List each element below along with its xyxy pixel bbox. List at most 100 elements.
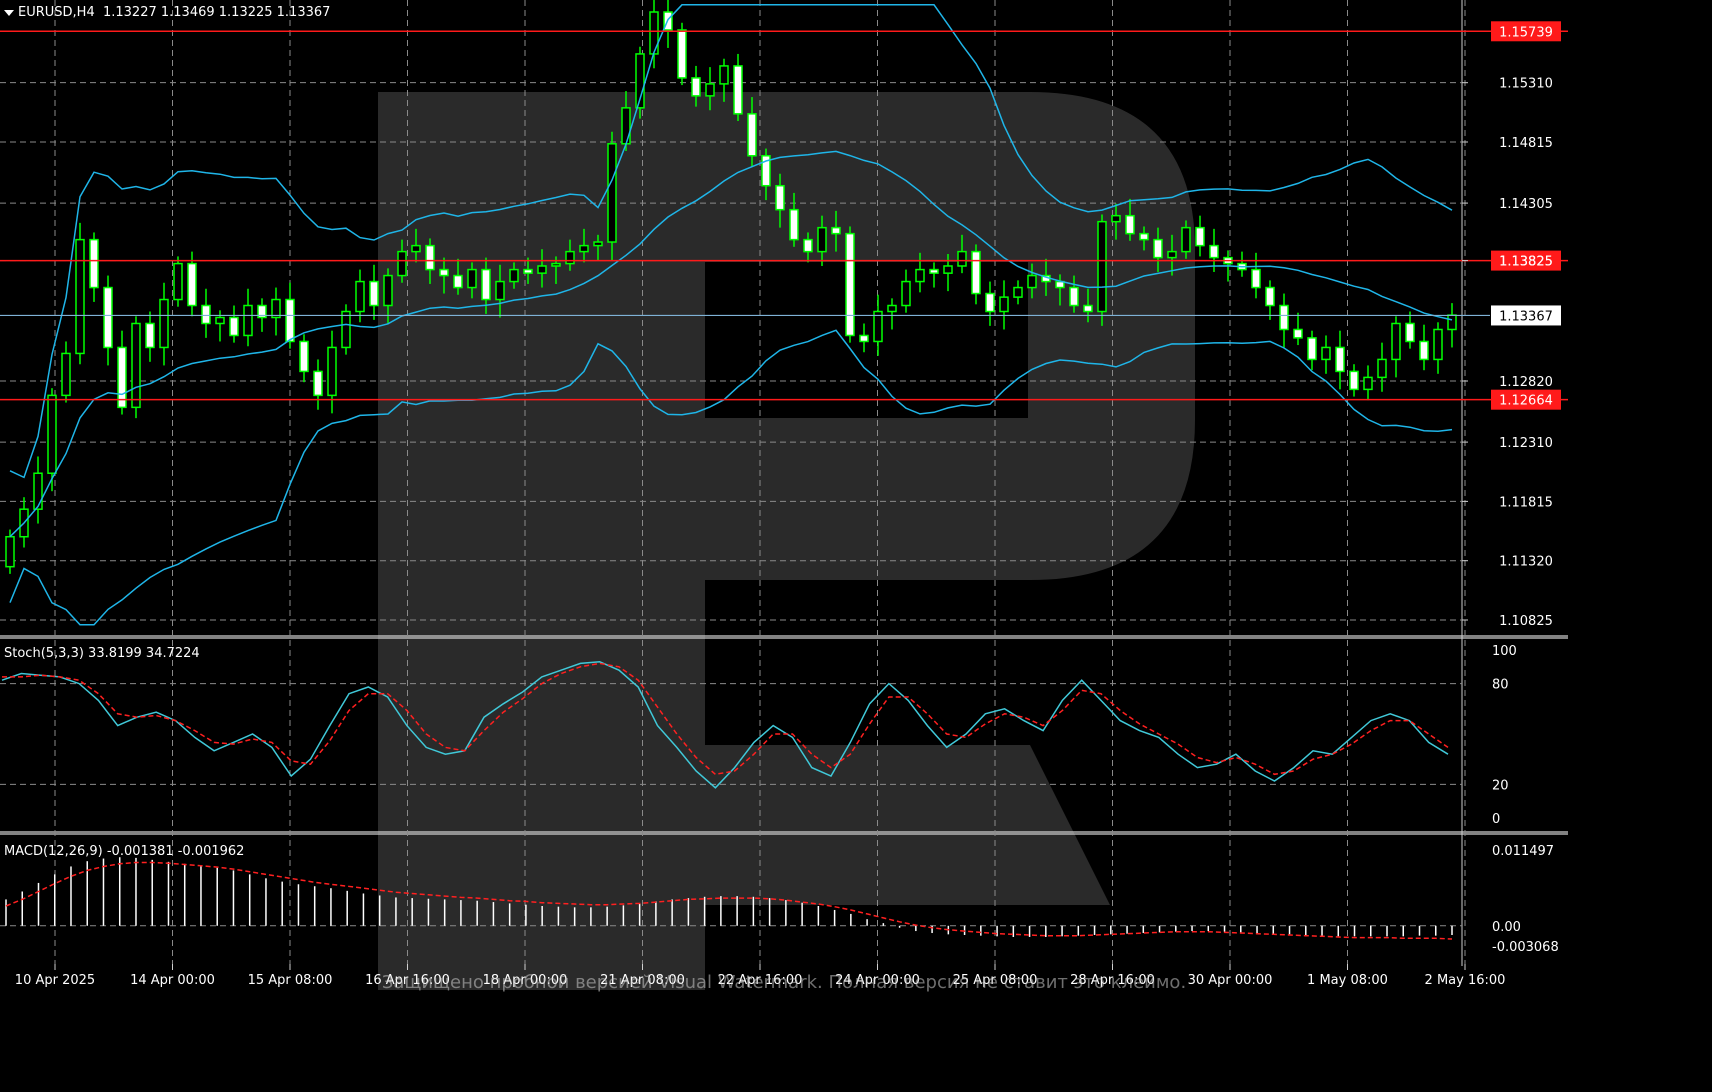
candle-body bbox=[1349, 370, 1359, 391]
candle-body bbox=[789, 208, 799, 241]
candle-body bbox=[299, 340, 309, 373]
candle-body bbox=[1153, 238, 1163, 259]
candle-body bbox=[313, 370, 323, 397]
candle-body bbox=[887, 304, 897, 313]
candle-body bbox=[5, 535, 15, 568]
price-tick-label: 1.11815 bbox=[1499, 495, 1553, 510]
macd-tick-label: 0.011497 bbox=[1492, 844, 1554, 859]
watermark-text: Защищено пробной версией Visual Watermar… bbox=[381, 972, 1187, 993]
candle-body bbox=[705, 83, 715, 97]
candle-body bbox=[607, 143, 617, 243]
macd-tick-label: -0.003068 bbox=[1492, 940, 1559, 955]
candle-body bbox=[159, 298, 169, 349]
candle-body bbox=[1293, 328, 1303, 339]
candle-body bbox=[173, 262, 183, 301]
candle-body bbox=[229, 316, 239, 337]
candle-body bbox=[859, 334, 869, 343]
current-price-label: 1.13367 bbox=[1499, 309, 1553, 324]
candle-body bbox=[285, 298, 295, 343]
candle-body bbox=[971, 250, 981, 295]
price-tick-label: 1.11320 bbox=[1499, 555, 1553, 570]
candle-body bbox=[733, 65, 743, 115]
candle-body bbox=[1139, 232, 1149, 241]
candle-body bbox=[215, 316, 225, 325]
candle-body bbox=[1307, 337, 1317, 361]
price-level-label: 1.12664 bbox=[1499, 394, 1553, 409]
candle-body bbox=[481, 268, 491, 301]
candle-body bbox=[1265, 286, 1275, 307]
candle-body bbox=[117, 346, 127, 409]
candle-body bbox=[327, 346, 337, 397]
symbol-header[interactable]: EURUSD,H4 1.13227 1.13469 1.13225 1.1336… bbox=[4, 5, 330, 20]
candle-body bbox=[537, 265, 547, 274]
candle-body bbox=[817, 226, 827, 253]
candle-body bbox=[775, 184, 785, 211]
candle-body bbox=[33, 472, 43, 510]
candle-body bbox=[1363, 376, 1373, 391]
candle-body bbox=[985, 292, 995, 313]
price-tick-label: 1.14305 bbox=[1499, 197, 1553, 212]
candle-body bbox=[1251, 268, 1261, 289]
candle-body bbox=[1083, 304, 1093, 313]
candle-body bbox=[201, 304, 211, 325]
stoch-tick-label: 20 bbox=[1492, 778, 1509, 793]
candle-body bbox=[523, 268, 533, 274]
candle-body bbox=[551, 262, 561, 267]
price-tick-label: 1.14815 bbox=[1499, 136, 1553, 151]
candle-body bbox=[243, 304, 253, 337]
price-tick-label: 1.12820 bbox=[1499, 375, 1553, 390]
candle-body bbox=[1181, 226, 1191, 253]
candle-body bbox=[61, 352, 71, 397]
candle-body bbox=[691, 77, 701, 97]
stoch-tick-label: 100 bbox=[1492, 644, 1517, 659]
candle-body bbox=[509, 268, 519, 283]
candle-body bbox=[341, 310, 351, 349]
candle-body bbox=[75, 238, 85, 355]
candle-body bbox=[355, 280, 365, 313]
candle-body bbox=[1013, 286, 1023, 298]
candle-body bbox=[1167, 250, 1177, 259]
symbol-timeframe: EURUSD,H4 bbox=[18, 5, 95, 20]
candle-body bbox=[397, 250, 407, 277]
candle-body bbox=[1405, 322, 1415, 343]
candle-body bbox=[411, 244, 421, 253]
candle-body bbox=[915, 268, 925, 283]
candle-body bbox=[47, 394, 57, 474]
candle-body bbox=[999, 296, 1009, 313]
candle-body bbox=[957, 250, 967, 267]
candle-body bbox=[621, 107, 631, 145]
stoch-tick-label: 0 bbox=[1492, 812, 1500, 827]
stoch-tick-label: 80 bbox=[1492, 678, 1509, 693]
candle-body bbox=[803, 238, 813, 253]
candle-body bbox=[1069, 286, 1079, 307]
candle-body bbox=[425, 244, 435, 271]
candle-body bbox=[453, 274, 463, 289]
candle-body bbox=[89, 238, 99, 289]
candle-body bbox=[1209, 244, 1219, 259]
candle-body bbox=[1419, 340, 1429, 361]
candle-body bbox=[831, 226, 841, 235]
candle-body bbox=[467, 268, 477, 289]
price-level-label: 1.15739 bbox=[1499, 25, 1553, 40]
candle-body bbox=[1279, 304, 1289, 331]
price-tick-label: 1.10825 bbox=[1499, 614, 1553, 629]
candle-body bbox=[495, 280, 505, 301]
candle-body bbox=[1027, 274, 1037, 289]
candle-body bbox=[103, 286, 113, 349]
candle-body bbox=[593, 241, 603, 247]
candle-body bbox=[1391, 322, 1401, 361]
candle-body bbox=[901, 280, 911, 307]
candle-body bbox=[1125, 214, 1135, 235]
dropdown-arrow-icon[interactable] bbox=[4, 9, 14, 16]
candle-body bbox=[1433, 328, 1443, 361]
candle-body bbox=[747, 113, 757, 157]
price-tick-label: 1.15310 bbox=[1499, 77, 1553, 92]
candle-body bbox=[1377, 358, 1387, 379]
candle-body bbox=[131, 322, 141, 409]
candle-body bbox=[1097, 220, 1107, 313]
candle-body bbox=[565, 250, 575, 265]
candle-body bbox=[1111, 214, 1121, 223]
watermark-logo bbox=[378, 92, 1195, 990]
macd-tick-label: 0.00 bbox=[1492, 920, 1521, 935]
candle-body bbox=[187, 262, 197, 307]
